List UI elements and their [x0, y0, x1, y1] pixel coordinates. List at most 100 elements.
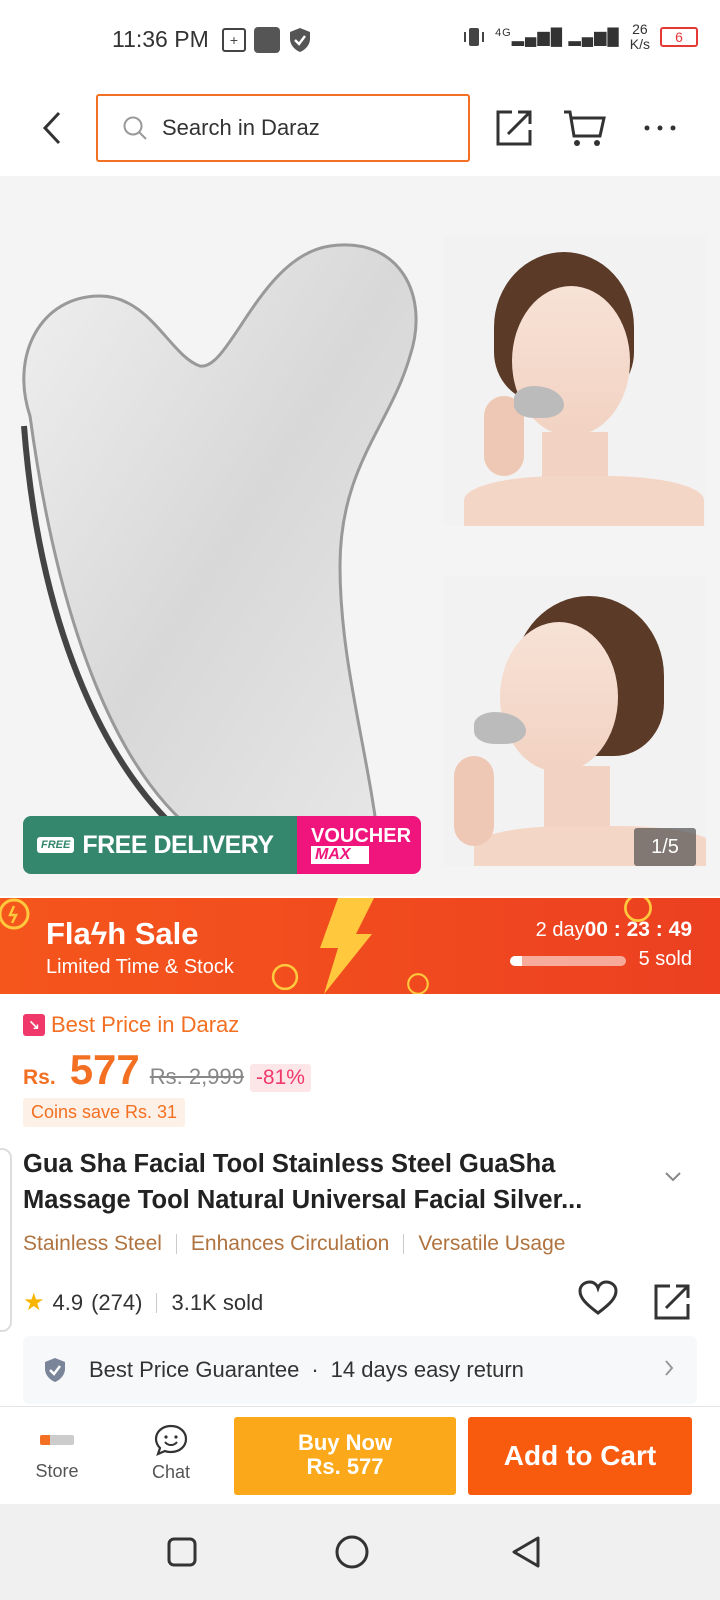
max-label: MAX — [311, 846, 369, 864]
price-row: Rs. 577 Rs. 2,999 -81% — [23, 1046, 311, 1094]
guarantee-row[interactable]: Best Price Guarantee · 14 days easy retu… — [23, 1336, 697, 1404]
share-icon — [496, 110, 532, 146]
heart-icon — [578, 1280, 618, 1315]
network-speed-unit: K/s — [629, 36, 650, 52]
flash-sale-subtitle: Limited Time & Stock — [46, 956, 234, 978]
timer-days: 2 day — [535, 919, 585, 941]
search-input[interactable]: Search in Daraz — [96, 94, 470, 162]
expand-title-button[interactable] — [664, 1170, 682, 1188]
tag-divider — [403, 1234, 405, 1254]
original-price: Rs. 2,999 — [149, 1064, 244, 1089]
battery-level: 6 — [675, 29, 683, 45]
share-product-button[interactable] — [652, 1282, 692, 1327]
home-icon — [335, 1535, 369, 1569]
back-button[interactable] — [34, 106, 70, 150]
status-bar: 11:36 PM + 4G▂▄▆█ ▂▄▆█ 26 K/s 6 — [0, 0, 720, 80]
vibrate-icon — [464, 28, 485, 46]
flash-sale-progress — [510, 956, 626, 966]
share-icon — [654, 1284, 690, 1320]
free-delivery-label: FREE DELIVERY — [82, 830, 274, 859]
chat-label: Chat — [151, 1462, 191, 1482]
alarm-clock-icon — [271, 963, 299, 991]
store-label: Store — [35, 1461, 79, 1481]
status-icons-left: + — [222, 27, 312, 53]
flash-sale-banner[interactable]: Flaϟh Sale Limited Time & Stock 2 day00 … — [0, 898, 720, 994]
chat-icon — [154, 1424, 188, 1456]
free-delivery-badge: FREE FREE DELIVERY — [23, 816, 297, 874]
chevron-left-icon — [42, 111, 61, 145]
lightning-bolt-icon — [320, 898, 374, 994]
cart-button[interactable] — [560, 104, 608, 152]
guarantee-best-price: Best Price Guarantee — [89, 1357, 300, 1382]
more-icon — [644, 125, 676, 131]
search-placeholder: Search in Daraz — [162, 115, 320, 140]
side-drawer-handle[interactable] — [0, 1148, 12, 1332]
coins-save-badge[interactable]: Coins save Rs. 31 — [23, 1098, 186, 1127]
chevron-right-icon — [665, 1360, 674, 1376]
add-to-cart-button[interactable]: Add to Cart — [468, 1417, 692, 1495]
store-button[interactable]: Store — [22, 1427, 92, 1482]
flash-sale-sold: 5 sold — [638, 948, 692, 970]
price-value: 577 — [69, 1046, 140, 1093]
product-title: Gua Sha Facial Tool Stainless Steel GuaS… — [23, 1150, 583, 1214]
tag-divider — [175, 1234, 177, 1254]
cart-icon — [564, 110, 606, 146]
price-currency: Rs. — [23, 1066, 56, 1089]
back-triangle-icon — [512, 1536, 540, 1568]
tag-item: Enhances Circulation — [190, 1232, 390, 1255]
rating-divider — [156, 1292, 158, 1313]
rating-value: 4.9 — [52, 1289, 84, 1315]
model-photo-bottom — [444, 576, 706, 866]
flash-sale-timer: 2 day00 : 23 : 49 — [536, 918, 692, 942]
battery-saver-icon: + — [222, 28, 246, 52]
store-logo-icon — [40, 1435, 74, 1445]
model-photo-top — [444, 236, 706, 526]
app-notification-icon — [254, 27, 280, 53]
back-nav-button[interactable] — [506, 1532, 546, 1572]
home-button[interactable] — [332, 1532, 372, 1572]
guarantee-return: 14 days easy return — [330, 1357, 524, 1382]
network-speed: 26 K/s — [630, 22, 650, 52]
status-icons-right: 4G▂▄▆█ ▂▄▆█ 26 K/s 6 — [463, 22, 698, 52]
chat-button[interactable]: Chat — [136, 1423, 206, 1483]
bottom-action-bar: Store Chat Buy Now Rs. 577 Add to Cart — [0, 1406, 720, 1504]
flash-sale-title: Flaϟh Sale — [46, 916, 199, 951]
timer-clock: 00 : 23 : 49 — [584, 918, 692, 941]
best-price-label: ↘ Best Price in Daraz — [23, 1012, 239, 1038]
product-image-gallery[interactable]: FREE FREE DELIVERY VOUCHER MAX 1/5 — [0, 176, 720, 896]
promo-badge: FREE FREE DELIVERY VOUCHER MAX — [23, 816, 421, 874]
tag-item: Stainless Steel — [23, 1232, 162, 1255]
discount-badge: -81% — [249, 1064, 311, 1092]
shield-check-icon — [45, 1358, 65, 1382]
signal-icon: 4G▂▄▆█ ▂▄▆█ — [495, 27, 620, 46]
chevron-down-icon — [665, 1172, 681, 1182]
buy-now-button[interactable]: Buy Now Rs. 577 — [234, 1417, 456, 1495]
review-count: (274) — [91, 1289, 143, 1315]
delivery-truck-icon: FREE — [37, 837, 75, 853]
share-button[interactable] — [490, 104, 538, 152]
more-button[interactable] — [636, 104, 684, 152]
recents-button[interactable] — [162, 1532, 202, 1572]
best-price-icon: ↘ — [23, 1014, 45, 1036]
image-pager: 1/5 — [634, 828, 696, 866]
buy-now-label: Buy Now — [297, 1430, 393, 1455]
status-time: 11:36 PM — [112, 26, 209, 52]
battery-icon: 6 — [660, 27, 698, 47]
system-nav-bar — [0, 1504, 720, 1600]
gua-sha-product-image — [21, 243, 418, 867]
wishlist-button[interactable] — [578, 1280, 618, 1321]
flash-sale-progress-fill — [510, 956, 522, 966]
rating-row[interactable]: ★ 4.9 (274) 3.1K sold — [23, 1288, 263, 1317]
voucher-max-badge: VOUCHER MAX — [297, 816, 421, 874]
product-tags: Stainless Steel Enhances Circulation Ver… — [23, 1232, 565, 1256]
search-header: Search in Daraz — [0, 80, 720, 176]
network-speed-value: 26 — [632, 21, 648, 37]
tag-item: Versatile Usage — [418, 1232, 566, 1255]
best-price-text: Best Price in Daraz — [51, 1012, 240, 1037]
alarm-clock-icon — [0, 898, 30, 930]
guarantee-dot: · — [311, 1357, 319, 1382]
recents-icon — [167, 1537, 197, 1567]
alarm-clock-icon — [407, 973, 429, 994]
voucher-label: VOUCHER — [311, 825, 412, 847]
star-icon: ★ — [23, 1289, 45, 1316]
